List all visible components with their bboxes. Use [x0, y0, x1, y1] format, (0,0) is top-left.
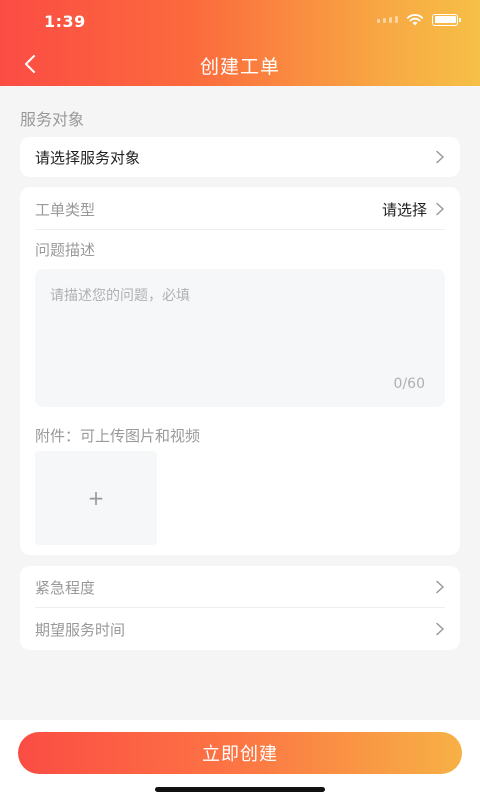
expected-time-label: 期望服务时间	[35, 620, 126, 639]
status-icons	[377, 13, 461, 26]
service-target-placeholder: 请选择服务对象	[35, 148, 141, 167]
char-counter: 0/60	[393, 376, 425, 392]
attachment-label: 附件：可上传图片和视频	[35, 426, 201, 445]
status-time: 1:39	[44, 12, 86, 31]
attachment-label-row: 附件：可上传图片和视频	[35, 414, 445, 456]
chevron-right-icon	[436, 202, 444, 216]
urgency-row[interactable]: 紧急程度	[35, 566, 445, 608]
wifi-icon	[406, 14, 424, 26]
description-label: 问题描述	[35, 240, 96, 259]
chevron-right-icon	[436, 150, 444, 164]
extra-options-card: 紧急程度 期望服务时间	[20, 566, 460, 650]
create-now-button[interactable]: 立即创建	[18, 732, 462, 774]
app-header: 1:39 创建工单	[0, 0, 480, 86]
chevron-right-icon	[436, 580, 444, 594]
service-target-card: 请选择服务对象	[20, 137, 460, 177]
battery-icon	[432, 13, 461, 26]
ticket-type-label: 工单类型	[35, 200, 96, 219]
description-placeholder: 请描述您的问题，必填	[50, 288, 190, 304]
bottom-action-bar: 立即创建	[0, 720, 480, 800]
service-target-section-title: 服务对象	[20, 110, 85, 129]
upload-attachment-button[interactable]: +	[35, 451, 157, 545]
description-label-row: 问题描述	[35, 228, 445, 270]
home-indicator	[155, 787, 325, 792]
chevron-right-icon	[436, 622, 444, 636]
ticket-type-row[interactable]: 工单类型 请选择	[35, 188, 445, 230]
page-title: 创建工单	[199, 56, 280, 78]
signal-icon	[377, 16, 398, 23]
ticket-details-card: 工单类型 请选择 问题描述 请描述您的问题，必填 0/60 附件：可上传图片和视…	[20, 187, 460, 555]
description-textarea[interactable]: 请描述您的问题，必填 0/60	[35, 269, 445, 407]
plus-icon: +	[87, 486, 105, 510]
urgency-label: 紧急程度	[35, 578, 96, 597]
ticket-type-value: 请选择	[381, 200, 427, 219]
service-target-select[interactable]: 请选择服务对象	[35, 136, 445, 178]
expected-time-row[interactable]: 期望服务时间	[35, 608, 445, 650]
